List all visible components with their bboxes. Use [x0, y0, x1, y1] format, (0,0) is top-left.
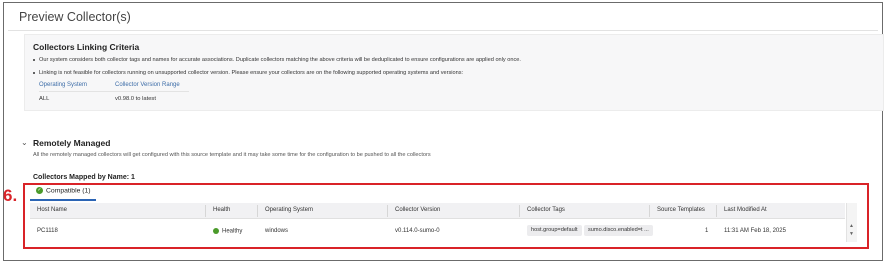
- divider: [8, 30, 878, 31]
- cell-health: Healthy: [213, 228, 242, 235]
- remotely-managed-description: All the remotely managed collectors will…: [33, 152, 431, 158]
- collector-tag: host.group=default: [527, 225, 582, 236]
- remotely-managed-title[interactable]: Remotely Managed: [33, 138, 110, 148]
- collector-tag: sumo.disco.enabled=t ...: [584, 225, 653, 236]
- column-separator[interactable]: [257, 205, 258, 217]
- table-scrollbar[interactable]: ▲ ▼: [846, 203, 857, 242]
- page-title: Preview Collector(s): [19, 10, 131, 24]
- column-header-health[interactable]: Health: [213, 207, 230, 213]
- column-header-modified[interactable]: Last Modified At: [724, 207, 767, 213]
- tab-active-indicator: [30, 199, 96, 201]
- column-header-version[interactable]: Collector Version: [395, 207, 440, 213]
- linking-criteria-box: Collectors Linking Criteria Our system c…: [24, 34, 884, 111]
- cell-os: windows: [265, 228, 289, 234]
- bullet-icon: [33, 71, 35, 74]
- version-range-value: v0.98.0 to latest: [115, 96, 156, 102]
- chevron-down-icon[interactable]: ⌄: [21, 138, 28, 147]
- column-header-tags[interactable]: Collector Tags: [527, 207, 565, 213]
- tab-label: Compatible (1): [46, 187, 91, 195]
- column-separator[interactable]: [205, 205, 206, 217]
- health-label: Healthy: [222, 228, 243, 235]
- scroll-up-icon[interactable]: ▲: [849, 223, 854, 229]
- column-header-os[interactable]: Operating System: [265, 207, 313, 213]
- criteria-bullet: Linking is not feasible for collectors r…: [33, 70, 463, 76]
- tab-compatible[interactable]: ✓ Compatible (1): [36, 187, 91, 194]
- version-range-column-header: Collector Version Range: [115, 82, 180, 88]
- column-separator[interactable]: [519, 205, 520, 217]
- bullet-icon: [33, 58, 35, 61]
- criteria-bullet: Our system considers both collector tags…: [33, 57, 521, 63]
- collectors-table: Host Name Health Operating System Collec…: [30, 203, 857, 243]
- cell-host: PC1118: [37, 228, 58, 234]
- scroll-down-icon[interactable]: ▼: [849, 231, 854, 237]
- column-separator[interactable]: [649, 205, 650, 217]
- table-row[interactable]: PC1118 Healthy windows v0.114.0-sumo-0 h…: [30, 220, 845, 242]
- divider: [39, 91, 189, 92]
- healthy-status-icon: [213, 228, 219, 234]
- os-column-header: Operating System: [39, 82, 88, 88]
- criteria-bullet-text: Linking is not feasible for collectors r…: [39, 70, 464, 76]
- column-header-host[interactable]: Host Name: [37, 207, 67, 213]
- cell-templates: 1: [705, 228, 709, 234]
- check-circle-icon: ✓: [36, 187, 43, 194]
- criteria-bullet-text: Our system considers both collector tags…: [39, 57, 521, 63]
- cell-version: v0.114.0-sumo-0: [395, 228, 440, 234]
- table-header: Host Name Health Operating System Collec…: [30, 203, 845, 219]
- column-separator[interactable]: [387, 205, 388, 217]
- column-header-templates[interactable]: Source Templates: [657, 207, 705, 213]
- criteria-title: Collectors Linking Criteria: [33, 42, 140, 52]
- cell-modified: 11:31 AM Feb 18, 2025: [724, 228, 786, 234]
- mapped-count-label: Collectors Mapped by Name: 1: [33, 174, 135, 181]
- step-number: 6.: [3, 186, 18, 205]
- os-value: ALL: [39, 96, 50, 102]
- column-separator[interactable]: [716, 205, 717, 217]
